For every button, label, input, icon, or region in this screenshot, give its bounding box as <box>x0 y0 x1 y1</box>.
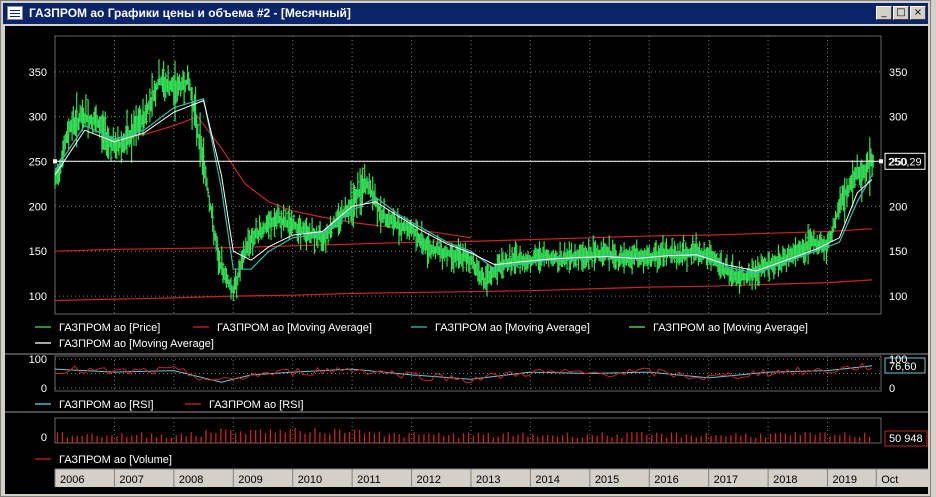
price_panel-legend-label: ГАЗПРОМ ао [Moving Average] <box>435 322 590 334</box>
time-axis-label: 2018 <box>773 474 797 486</box>
last-price-handle-left <box>53 159 57 164</box>
time-axis-label: 2007 <box>119 474 143 486</box>
price-y-tick-left: 200 <box>29 201 47 213</box>
window-title: ГАЗПРОМ ао Графики цены и объема #2 - [М… <box>29 6 351 20</box>
time-axis-label: 2008 <box>179 474 203 486</box>
chart-area[interactable]: 250,29 76,60 50 948 ГАЗПРОМ ао [Price] ГАЗП… <box>5 26 928 494</box>
time-axis-label: Oct <box>881 474 898 486</box>
rsi-y-tick-left: 0 <box>41 383 47 395</box>
price-y-tick-right: 350 <box>889 67 907 79</box>
time-axis-label: 2012 <box>417 474 441 486</box>
price-y-tick-left: 300 <box>29 112 47 124</box>
rsi-y-tick-right: 100 <box>889 354 907 366</box>
time-axis-label: 2010 <box>298 474 322 486</box>
price-y-tick-left: 150 <box>29 246 47 258</box>
chart-window: ГАЗПРОМ ао Графики цены и объема #2 - [М… <box>0 0 931 497</box>
chart-canvas[interactable]: 250,2976,6050 948 ГАЗПРОМ ао [Price] ГАЗП… <box>5 26 928 494</box>
price-y-tick-left: 350 <box>29 67 47 79</box>
time-axis-label: 2016 <box>654 474 678 486</box>
rsi-y-tick-right: 0 <box>889 383 895 395</box>
volume-y-tick-left: 0 <box>41 432 47 444</box>
price_panel-legend-label: ГАЗПРОМ ао [Price] <box>59 322 160 334</box>
time-axis-label: 2019 <box>833 474 857 486</box>
price-y-tick-left: 250 <box>29 157 47 169</box>
maximize-button[interactable]: □ <box>893 6 909 20</box>
price-y-tick-right: 200 <box>889 201 907 213</box>
volume_panel-legend-label: ГАЗПРОМ ао [Volume] <box>59 454 172 466</box>
time-axis-label: 2015 <box>595 474 619 486</box>
time-axis-label: 2014 <box>535 474 559 486</box>
price-y-tick-left: 100 <box>29 291 47 303</box>
time-axis-label: 2006 <box>60 474 84 486</box>
rsi-y-tick-left: 100 <box>29 354 47 366</box>
close-button[interactable]: × <box>910 6 926 20</box>
title-bar[interactable]: ГАЗПРОМ ао Графики цены и объема #2 - [М… <box>3 3 928 24</box>
rsi_panel-legend-label: ГАЗПРОМ ао [RSI] <box>209 399 304 411</box>
rsi_panel-legend-label: ГАЗПРОМ ао [RSI] <box>59 399 154 411</box>
price_panel-legend-label: ГАЗПРОМ ао [Moving Average] <box>217 322 372 334</box>
time-axis-label: 2017 <box>714 474 738 486</box>
price-y-tick-right: 150 <box>889 246 907 258</box>
time-axis-label: 2009 <box>238 474 262 486</box>
time-axis-label: 2011 <box>357 474 381 486</box>
price_panel-legend-label: ГАЗПРОМ ао [Moving Average] <box>653 322 808 334</box>
price-y-tick-right: 300 <box>889 112 907 124</box>
minimize-button[interactable]: _ <box>876 6 892 20</box>
price-y-tick-right: 100 <box>889 291 907 303</box>
volume-last-label: 50 948 <box>889 433 923 445</box>
price_panel-legend-label: ГАЗПРОМ ао [Moving Average] <box>59 338 214 350</box>
price-y-tick-right: 250 <box>889 157 907 169</box>
chart-app-icon <box>7 6 23 20</box>
last-price-handle-right <box>879 159 883 164</box>
time-axis-label: 2013 <box>476 474 500 486</box>
